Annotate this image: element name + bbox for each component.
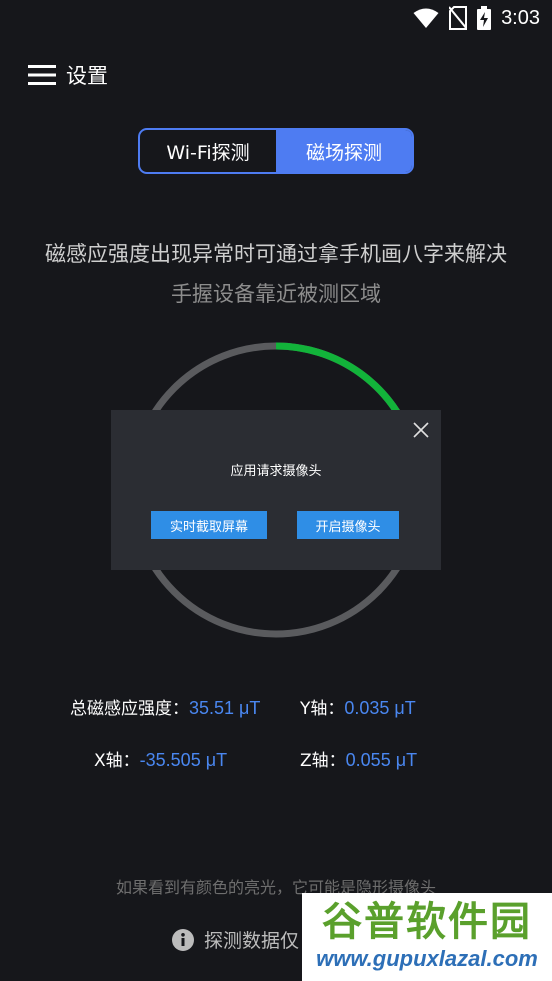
status-icons: 3:03 — [413, 6, 540, 30]
settings-title[interactable]: 设置 — [66, 60, 108, 90]
disclaimer-text: 探测数据仅 — [204, 930, 300, 952]
stat-total-label: 总磁感应强度： — [70, 699, 189, 719]
header: 设置 — [28, 60, 108, 90]
stat-y-value: 0.035 μT — [344, 698, 416, 718]
stat-y: Y轴：0.035 μT — [300, 694, 416, 719]
stat-z-value: 0.055 μT — [345, 750, 418, 770]
dialog-title: 应用请求摄像头 — [230, 464, 322, 479]
close-icon[interactable] — [413, 422, 429, 438]
stat-x: X轴：-35.505 μT — [94, 746, 227, 771]
stat-z-label: Z轴： — [300, 751, 346, 771]
status-bar: 3:03 — [0, 0, 552, 40]
stat-y-label: Y轴： — [300, 699, 345, 719]
camera-permission-dialog: 应用请求摄像头 实时截取屏幕 开启摄像头 — [111, 410, 441, 570]
no-sim-icon — [449, 6, 468, 30]
battery-charging-icon — [477, 6, 492, 30]
usage-tip: 手握设备靠近被测区域 — [171, 282, 381, 306]
data-disclaimer[interactable]: 探测数据仅 — [172, 926, 299, 953]
wifi-icon — [413, 8, 439, 28]
site-watermark: 谷普软件园 www.gupuxlazal.com — [302, 893, 552, 981]
open-camera-button[interactable]: 开启摄像头 — [297, 511, 399, 539]
stat-x-label: X轴： — [94, 751, 140, 771]
stat-total: 总磁感应强度：35.51 μT — [70, 694, 260, 719]
watermark-name: 谷普软件园 — [322, 899, 532, 945]
watermark-url: www.gupuxlazal.com — [316, 946, 538, 971]
status-time: 3:03 — [501, 6, 540, 29]
tab-magnetic-detect[interactable]: 磁场探测 — [276, 130, 412, 172]
screenshot-button[interactable]: 实时截取屏幕 — [151, 511, 267, 539]
info-icon — [172, 928, 194, 951]
stat-total-value: 35.51 μT — [189, 698, 261, 718]
stat-z: Z轴：0.055 μT — [300, 746, 417, 771]
tab-wifi-detect[interactable]: Wi-Fi探测 — [140, 130, 276, 172]
calibration-tip: 磁感应强度出现异常时可通过拿手机画八字来解决 — [45, 242, 507, 266]
stat-x-value: -35.505 μT — [139, 750, 228, 770]
detection-mode-switch: Wi-Fi探测 磁场探测 — [138, 128, 414, 174]
menu-icon[interactable] — [28, 65, 56, 85]
